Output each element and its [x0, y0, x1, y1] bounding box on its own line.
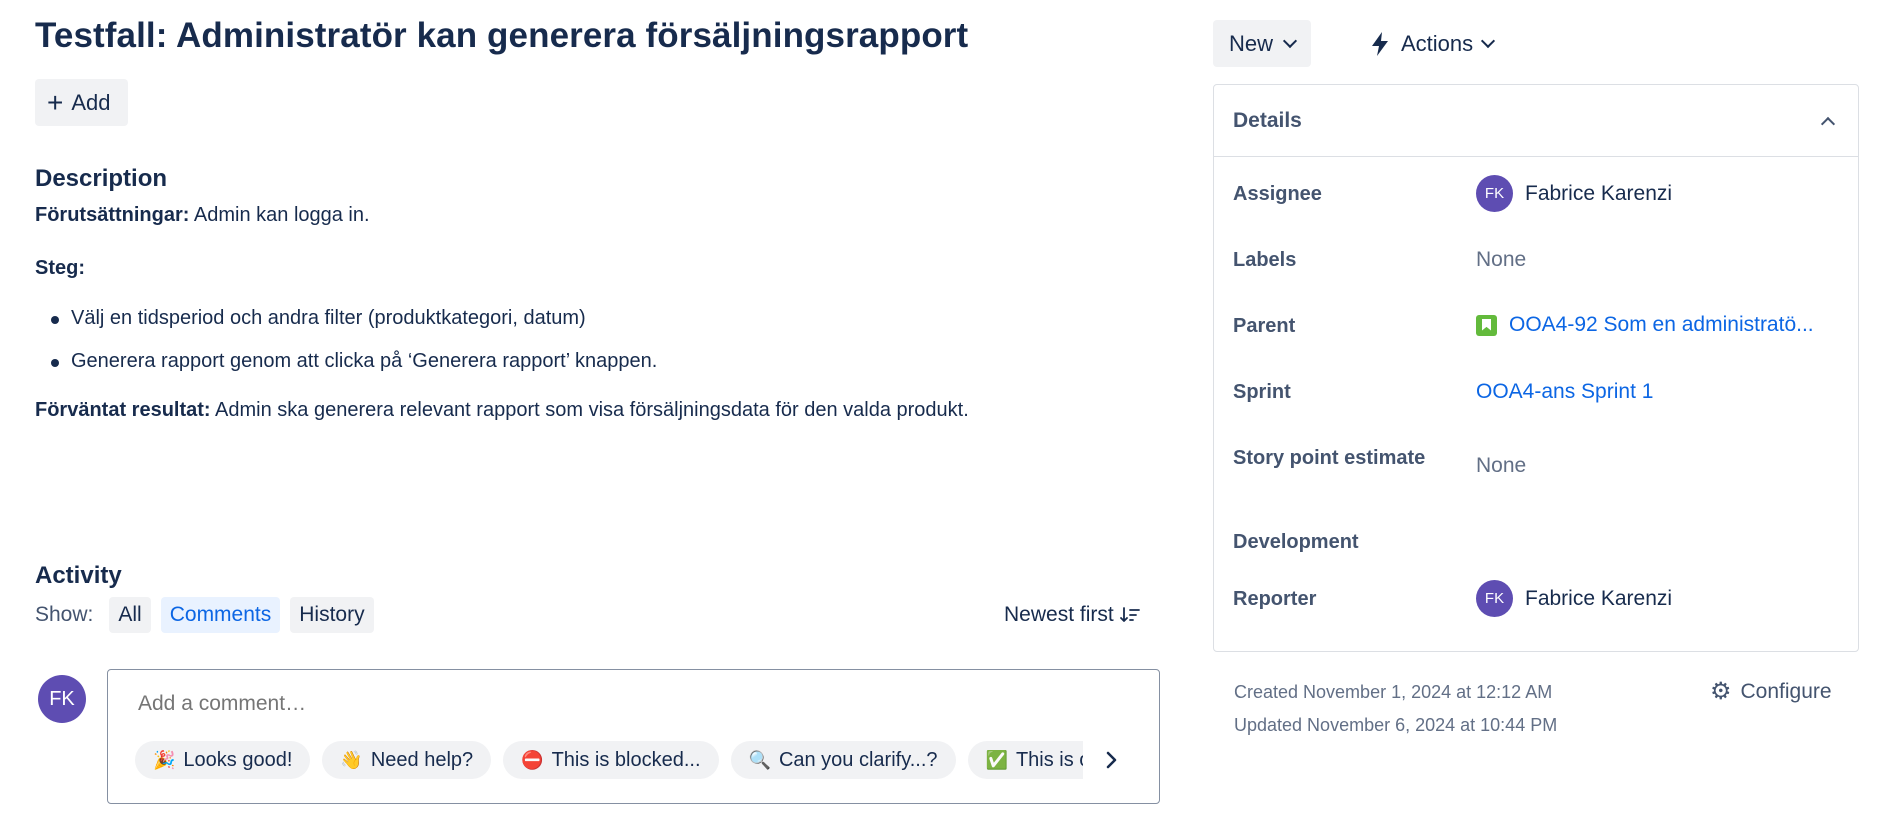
preconditions-label: Förutsättningar: [35, 204, 190, 226]
plus-icon: + [47, 86, 64, 118]
configure-label: Configure [1740, 680, 1832, 703]
issue-sidebar: New Actions Details Assignee FK Fabrice … [1213, 0, 1861, 817]
quick-reply-blocked[interactable]: ⛔ This is blocked... [503, 741, 719, 779]
steps-label: Steg: [35, 257, 85, 279]
assignee-avatar: FK [1476, 175, 1513, 212]
chevron-down-icon [1282, 33, 1298, 49]
sort-label: Newest first [1004, 603, 1114, 626]
gear-icon: ⚙ [1710, 678, 1732, 705]
sort-descending-icon [1119, 607, 1140, 622]
parent-value: OOA4-92 Som en administratö... [1509, 313, 1814, 336]
reporter-label: Reporter [1233, 588, 1317, 610]
status-dropdown[interactable]: New [1213, 20, 1312, 67]
party-popper-icon: 🎉 [153, 749, 176, 770]
assignee-name: Fabrice Karenzi [1525, 181, 1673, 205]
filter-comments[interactable]: Comments [160, 597, 281, 633]
actions-dropdown[interactable]: Actions [1359, 20, 1503, 67]
quick-reply-row: 🎉 Looks good! 👋 Need help? ⛔ This is blo… [135, 741, 1083, 781]
reporter-name: Fabrice Karenzi [1525, 586, 1673, 610]
add-button-label: Add [71, 89, 111, 115]
step-item: Välj en tidsperiod och andra filter (pro… [51, 297, 1145, 340]
quick-reply-label: Can you clarify...? [778, 748, 938, 771]
sprint-label: Sprint [1233, 381, 1291, 403]
status-label: New [1229, 30, 1274, 56]
steps-list: Välj en tidsperiod och andra filter (pro… [35, 297, 1145, 383]
quick-reply-looks-good[interactable]: 🎉 Looks good! [135, 741, 311, 779]
labels-label: Labels [1233, 249, 1297, 271]
waving-hand-icon: 👋 [340, 749, 363, 770]
step-item: Generera rapport genom att clicka på ‘Ge… [51, 340, 1145, 383]
created-timestamp: Created November 1, 2024 at 12:12 AM [1234, 682, 1553, 702]
story-points-value[interactable]: None [1476, 454, 1526, 478]
assignee-value[interactable]: FK Fabrice Karenzi [1476, 175, 1672, 212]
issue-title[interactable]: Testfall: Administratör kan generera för… [35, 16, 968, 56]
quick-reply-on-track[interactable]: ✅ This is on track [967, 741, 1083, 779]
add-button[interactable]: + Add [35, 79, 128, 126]
expected-result-text: Admin ska generera relevant rapport som … [210, 399, 969, 421]
configure-button[interactable]: ⚙ Configure [1710, 680, 1832, 704]
details-header[interactable]: Details [1214, 85, 1858, 157]
filter-history[interactable]: History [290, 597, 374, 633]
labels-value[interactable]: None [1476, 248, 1526, 272]
details-panel: Details Assignee FK Fabrice Karenzi Labe… [1213, 84, 1859, 652]
expected-result-paragraph: Förväntat resultat: Admin ska generera r… [35, 395, 1145, 425]
show-label: Show: [35, 603, 94, 626]
sort-toggle[interactable]: Newest first [1004, 603, 1140, 627]
quick-reply-label: Need help? [370, 748, 474, 771]
lightning-icon [1372, 31, 1388, 56]
reporter-avatar: FK [1476, 580, 1513, 617]
quick-reply-label: This is on track [1015, 748, 1083, 771]
preconditions-text: Admin kan logga in. [189, 204, 370, 226]
activity-heading: Activity [35, 562, 122, 589]
assignee-label: Assignee [1233, 183, 1322, 205]
comment-input[interactable] [138, 692, 1038, 716]
check-mark-icon: ✅ [985, 749, 1008, 770]
activity-filter-row: Show: All Comments History [35, 597, 374, 633]
expected-result-label: Förväntat resultat: [35, 399, 211, 421]
quick-reply-label: This is blocked... [551, 748, 701, 771]
magnifier-icon: 🔍 [748, 749, 771, 770]
description-body[interactable]: Förutsättningar: Admin kan logga in. Ste… [35, 200, 1145, 425]
quick-reply-label: Looks good! [183, 748, 293, 771]
story-points-label: Story point estimate [1233, 447, 1426, 469]
filter-all[interactable]: All [109, 597, 151, 633]
story-icon [1476, 314, 1497, 336]
details-heading: Details [1233, 108, 1302, 132]
chevron-down-icon [1481, 33, 1496, 49]
no-entry-icon: ⛔ [521, 749, 544, 770]
quick-reply-need-help[interactable]: 👋 Need help? [322, 741, 492, 779]
reporter-value[interactable]: FK Fabrice Karenzi [1476, 580, 1672, 617]
sprint-link[interactable]: OOA4-ans Sprint 1 [1476, 380, 1653, 404]
chevron-up-icon [1820, 116, 1836, 131]
actions-label: Actions [1401, 30, 1474, 56]
development-label: Development [1233, 531, 1359, 553]
issue-main-panel: Testfall: Administratör kan generera för… [35, 0, 1160, 817]
comment-box[interactable]: 🎉 Looks good! 👋 Need help? ⛔ This is blo… [107, 669, 1160, 804]
updated-timestamp: Updated November 6, 2024 at 10:44 PM [1234, 715, 1558, 735]
parent-label: Parent [1233, 315, 1296, 337]
current-user-avatar: FK [38, 675, 86, 723]
quick-reply-clarify[interactable]: 🔍 Can you clarify...? [730, 741, 956, 779]
chevron-right-icon[interactable] [1093, 741, 1131, 779]
preconditions-paragraph: Förutsättningar: Admin kan logga in. [35, 200, 1145, 230]
description-heading: Description [35, 165, 168, 192]
parent-link[interactable]: OOA4-92 Som en administratö... [1476, 313, 1814, 337]
